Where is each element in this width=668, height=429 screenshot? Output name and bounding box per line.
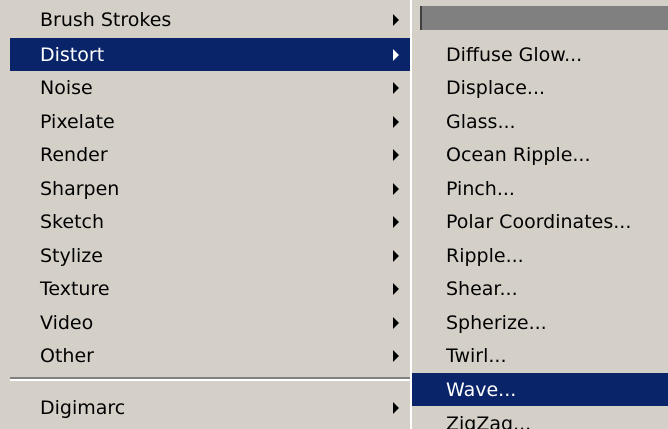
submenu-item-label: Glass...: [446, 110, 516, 133]
submenu-item-label: Shear...: [446, 277, 518, 300]
menu-item-label: Sharpen: [40, 177, 120, 200]
submenu-arrow-icon: [393, 215, 399, 228]
submenu-arrow-icon: [393, 182, 399, 195]
menu-item-sketch[interactable]: Sketch: [10, 205, 410, 238]
submenu-arrow-icon: [393, 316, 399, 329]
menu-item-noise[interactable]: Noise: [10, 71, 410, 104]
submenu-item-displace[interactable]: Displace...: [412, 71, 668, 104]
menu-item-texture[interactable]: Texture: [10, 272, 410, 305]
menu-item-label: Render: [40, 143, 108, 166]
submenu-top-bar: [420, 6, 668, 30]
submenu-arrow-icon: [393, 48, 399, 61]
submenu-item-label: Spherize...: [446, 311, 547, 334]
filter-menu: Brush Strokes Distort Noise Pixelate Ren…: [0, 0, 410, 429]
submenu-arrow-icon: [393, 401, 399, 414]
submenu-item-glass[interactable]: Glass...: [412, 105, 668, 138]
menu-item-other[interactable]: Other: [10, 339, 410, 372]
submenu-item-label: ZigZag...: [446, 412, 532, 429]
menu-item-label: Video: [40, 311, 94, 334]
submenu-item-label: Ripple...: [446, 244, 524, 267]
menu-separator: [10, 377, 410, 381]
menu-item-label: Pixelate: [40, 110, 115, 133]
submenu-arrow-icon: [393, 249, 399, 262]
submenu-item-pinch[interactable]: Pinch...: [412, 172, 668, 205]
submenu-item-diffuse-glow[interactable]: Diffuse Glow...: [412, 38, 668, 71]
submenu-item-label: Pinch...: [446, 177, 515, 200]
submenu-item-spherize[interactable]: Spherize...: [412, 306, 668, 339]
menu-item-label: Texture: [40, 277, 110, 300]
submenu-item-shear[interactable]: Shear...: [412, 272, 668, 305]
submenu-arrow-icon: [393, 81, 399, 94]
menu-item-label: Noise: [40, 76, 93, 99]
submenu-item-label: Polar Coordinates...: [446, 210, 632, 233]
menu-item-label: Stylize: [40, 244, 103, 267]
submenu-arrow-icon: [393, 282, 399, 295]
menu-item-digimarc[interactable]: Digimarc: [10, 391, 410, 424]
menu-item-label: Sketch: [40, 210, 105, 233]
menu-item-label: Other: [40, 344, 94, 367]
submenu-item-ripple[interactable]: Ripple...: [412, 239, 668, 272]
filter-menu-screenshot: Brush Strokes Distort Noise Pixelate Ren…: [0, 0, 668, 429]
submenu-item-label: Ocean Ripple...: [446, 143, 591, 166]
submenu-item-label: Twirl...: [446, 344, 507, 367]
submenu-item-twirl[interactable]: Twirl...: [412, 339, 668, 372]
menu-item-sharpen[interactable]: Sharpen: [10, 172, 410, 205]
submenu-item-label: Diffuse Glow...: [446, 43, 583, 66]
menu-item-render[interactable]: Render: [10, 138, 410, 171]
submenu-arrow-icon: [393, 349, 399, 362]
menu-item-video[interactable]: Video: [10, 306, 410, 339]
submenu-item-label: Wave...: [446, 378, 517, 401]
menu-item-label: Distort: [40, 43, 105, 66]
submenu-item-label: Displace...: [446, 76, 546, 99]
submenu-arrow-icon: [393, 115, 399, 128]
submenu-arrow-icon: [393, 13, 399, 26]
submenu-item-polar-coordinates[interactable]: Polar Coordinates...: [412, 205, 668, 238]
submenu-item-zigzag[interactable]: ZigZag...: [412, 407, 668, 429]
menu-item-label: Digimarc: [40, 396, 126, 419]
menu-item-stylize[interactable]: Stylize: [10, 239, 410, 272]
menu-item-distort[interactable]: Distort: [10, 38, 410, 71]
menu-item-pixelate[interactable]: Pixelate: [10, 105, 410, 138]
distort-submenu: Diffuse Glow... Displace... Glass... Oce…: [410, 0, 668, 429]
submenu-arrow-icon: [393, 148, 399, 161]
submenu-item-wave[interactable]: Wave...: [412, 373, 668, 406]
submenu-item-ocean-ripple[interactable]: Ocean Ripple...: [412, 138, 668, 171]
menu-item-brush-strokes[interactable]: Brush Strokes: [10, 3, 410, 36]
menu-item-label: Brush Strokes: [40, 8, 172, 31]
